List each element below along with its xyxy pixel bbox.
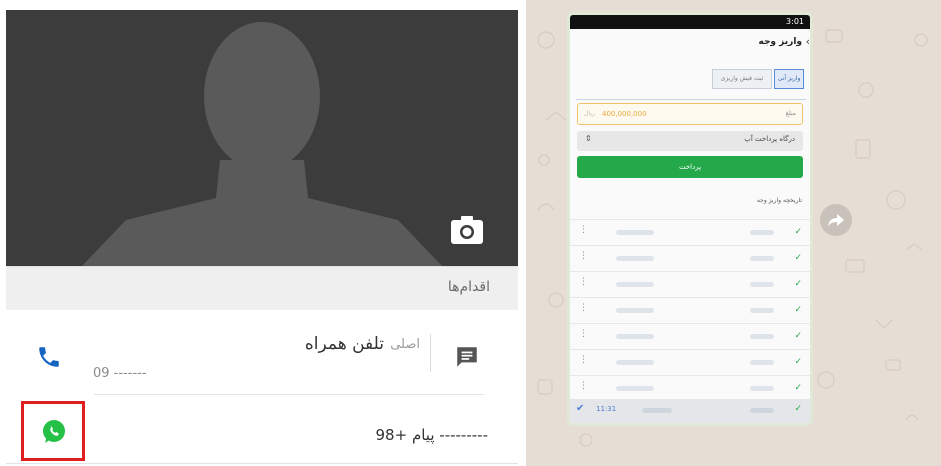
history-row: ⋮ ✓ [570,271,810,297]
more-icon: ⋮ [579,303,588,313]
phone-number: 09 ------- [93,366,147,381]
history-row: ⋮ ✓ [570,323,810,349]
vertical-divider [430,334,431,372]
whatsapp-highlight-box [21,401,85,461]
phone-icon[interactable] [36,344,62,370]
blurred-amount [642,408,672,413]
check-icon: ✓ [794,357,802,367]
screenshot-separator [576,99,806,100]
tab-instant-deposit: واریز آنی [774,69,804,89]
blurred-date [750,308,774,313]
shared-screenshot-image[interactable]: 3:01 ‹ واریز وجه واریز آنی ثبت فیش واریز… [567,12,813,426]
blurred-amount [616,386,654,391]
more-icon: ⋮ [579,251,588,261]
phone-row[interactable]: 09 ------- تلفن همراه اصلی [6,322,518,392]
blurred-date [750,334,774,339]
amount-value: 400,000,000 [602,110,647,118]
check-icon: ✓ [794,305,802,315]
person-silhouette-icon [6,10,518,266]
double-check-icon: ✔ [576,403,585,414]
check-icon: ✓ [794,331,802,341]
chat-background: 3:01 ‹ واریز وجه واریز آنی ثبت فیش واریز… [526,0,941,466]
bottom-divider [6,463,518,464]
check-icon: ✓ [794,227,802,237]
screenshot-root: اقدام‌ها 09 ------- تلفن همراه اصلی [0,0,941,466]
contact-photo [6,10,518,266]
camera-icon[interactable] [451,216,483,244]
gateway-label: درگاه پرداخت آپ [744,135,795,143]
check-icon: ✓ [794,383,802,393]
more-icon: ⋮ [579,329,588,339]
more-icon: ⋮ [579,277,588,287]
whatsapp-message-label: پیام +98 --------- [375,426,488,444]
screenshot-header-title: واریز وجه [758,37,802,47]
message-footer: ✔ 11:31 ✓ [570,399,810,423]
blurred-amount [616,256,654,261]
screenshot-tabs: واریز آنی ثبت فیش واریزی [712,69,804,89]
row-divider [94,394,484,395]
blurred-amount [616,360,654,365]
message-icon[interactable] [454,344,480,370]
actions-label: اقدام‌ها [447,279,490,295]
status-time: 3:01 [786,17,804,26]
history-row: ⋮ ✓ [570,297,810,323]
message-time: 11:31 [596,405,617,413]
blurred-date [750,386,774,391]
forward-icon [828,214,844,227]
forward-button[interactable] [820,204,852,236]
chevron-updown-icon: ⇕ [585,134,592,143]
blurred-amount [616,308,654,313]
contact-card: اقدام‌ها 09 ------- تلفن همراه اصلی [6,10,518,466]
history-label: تاریخچه واریز وجه [756,197,802,204]
pay-button: پرداخت [577,156,803,178]
phone-type-title: تلفن همراه [304,334,384,354]
whatsapp-icon[interactable] [41,419,67,445]
more-icon: ⋮ [579,225,588,235]
more-icon: ⋮ [579,355,588,365]
actions-header: اقدام‌ها [6,266,518,310]
blurred-date [750,408,774,413]
history-row: ⋮ ✓ [570,375,810,401]
phone-primary-label: اصلی [390,337,420,352]
check-icon: ✓ [794,253,802,263]
blurred-date [750,360,774,365]
history-row: ⋮ ✓ [570,219,810,245]
history-row: ⋮ ✓ [570,349,810,375]
amount-field: ریال 400,000,000 مبلغ [577,103,803,125]
check-icon: ✓ [794,279,802,289]
blurred-date [750,282,774,287]
blurred-amount [616,282,654,287]
check-icon: ✓ [794,404,802,414]
whatsapp-row[interactable]: پیام +98 --------- [6,396,518,462]
history-row: ⋮ ✓ [570,245,810,271]
blurred-date [750,256,774,261]
status-bar: 3:01 [570,15,810,29]
amount-label: مبلغ [785,110,796,117]
more-icon: ⋮ [579,381,588,391]
amount-unit: ریال [584,110,595,117]
chevron-left-icon: ‹ [805,35,810,48]
blurred-date [750,230,774,235]
gateway-select: ⇕ درگاه پرداخت آپ [577,131,803,151]
blurred-amount [616,230,654,235]
tab-deposit-receipt: ثبت فیش واریزی [712,69,772,89]
blurred-amount [616,334,654,339]
